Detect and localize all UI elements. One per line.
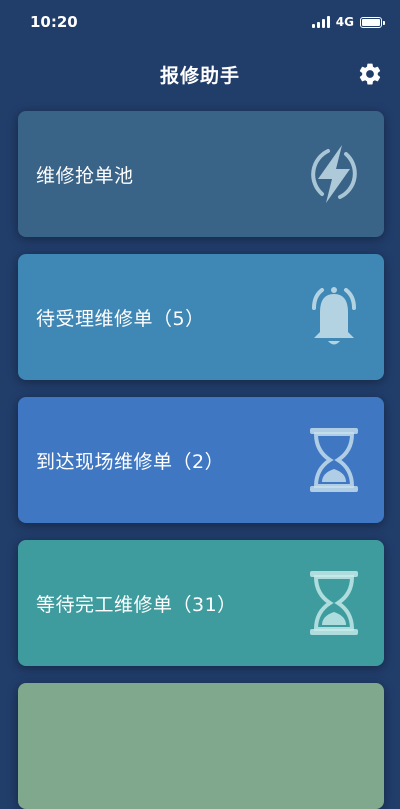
card-repair-grab-pool[interactable]: 维修抢单池 xyxy=(18,111,384,237)
card-label: 等待完工维修单（31） xyxy=(36,593,237,616)
card-pending-acceptance[interactable]: 待受理维修单（5） xyxy=(18,254,384,380)
status-bar: 10:20 4G xyxy=(0,0,400,44)
settings-button[interactable] xyxy=(356,60,384,88)
hourglass-icon xyxy=(300,425,368,495)
gear-icon xyxy=(359,63,381,85)
card-label: 维修抢单池 xyxy=(36,164,134,187)
nav-bar: 报修助手 xyxy=(0,44,400,104)
page-title: 报修助手 xyxy=(159,64,240,87)
card-arrived-on-site[interactable]: 到达现场维修单（2） xyxy=(18,397,384,523)
signal-icon xyxy=(311,16,330,28)
card-label: 待受理维修单（5） xyxy=(36,307,205,330)
status-indicators: 4G xyxy=(311,15,385,29)
card-label: 到达现场维修单（2） xyxy=(36,450,225,473)
status-time: 10:20 xyxy=(30,13,78,31)
bell-icon xyxy=(300,282,368,352)
card-awaiting-completion[interactable]: 等待完工维修单（31） xyxy=(18,540,384,666)
network-label: 4G xyxy=(335,15,354,29)
lightning-icon xyxy=(300,139,368,209)
hourglass-icon xyxy=(300,568,368,638)
card-partial[interactable] xyxy=(18,683,384,809)
battery-icon xyxy=(360,16,385,28)
